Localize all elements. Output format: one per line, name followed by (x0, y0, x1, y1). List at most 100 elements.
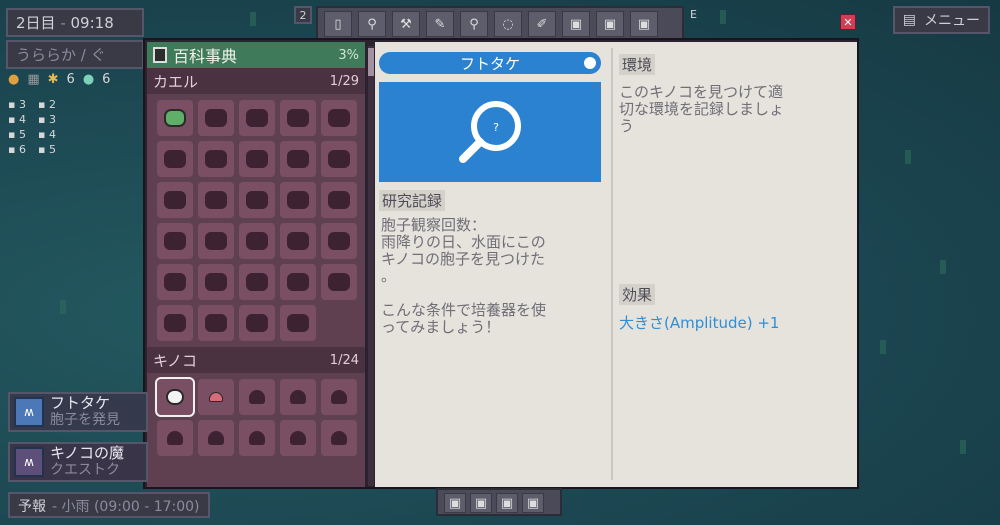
frog-entry-locked[interactable] (321, 100, 357, 136)
frog-entry-locked[interactable] (239, 264, 275, 300)
frog-entry-locked[interactable] (321, 182, 357, 218)
frog-entry-locked[interactable] (198, 100, 234, 136)
jar-slot-icon[interactable]: ▣ (522, 493, 544, 513)
frog-entry-locked[interactable] (280, 182, 316, 218)
menu-button[interactable]: ▤ メニュー (892, 6, 990, 34)
magnifier-tool-icon[interactable]: ⚲ (358, 11, 386, 37)
research-text: 胞子観察回数： 雨降りの日、水面にこの キノコの胞子を見つけた 。 こんな条件で… (381, 216, 547, 336)
frog-entry-locked[interactable] (239, 223, 275, 259)
jar-tool-icon-3[interactable]: ▣ (630, 11, 658, 37)
mushroom-entry-locked[interactable] (239, 379, 275, 415)
effect-label: 効果 (619, 284, 656, 305)
frog-silhouette-icon (328, 273, 350, 291)
grass-decoration (940, 260, 946, 274)
mushroom-entry-discovered[interactable] (155, 377, 195, 417)
stat-a-1: ▪ 3 (8, 98, 26, 111)
grass-decoration (880, 340, 886, 354)
mushroom-silhouette-icon (208, 431, 224, 445)
mushroom-entry-locked[interactable] (198, 420, 234, 456)
frog-entry-locked[interactable] (157, 264, 193, 300)
resource-bar: ● ▦ ✱ 6 ● 6 (8, 72, 110, 87)
mushroom-silhouette-icon (290, 390, 306, 404)
pen-tool-icon[interactable]: ✎ (426, 11, 454, 37)
frog-entry-locked[interactable] (198, 182, 234, 218)
mushroom-grid (147, 373, 365, 462)
toolbar-badge: 2 (294, 6, 312, 24)
frog-silhouette-icon (246, 232, 268, 250)
frog-entry-locked[interactable] (280, 264, 316, 300)
frog-silhouette-icon (287, 191, 309, 209)
frog-entry-locked[interactable] (280, 141, 316, 177)
frog-entry-locked[interactable] (198, 305, 234, 341)
unknown-mark: ? (493, 121, 499, 134)
frog-silhouette-icon (246, 314, 268, 332)
stat-grid: ▪ 3 ▪ 2 ▪ 4 ▪ 3 ▪ 5 ▪ 4 ▪ 6 ▪ 5 (8, 98, 68, 156)
frog-entry-locked[interactable] (157, 141, 193, 177)
frog-silhouette-icon (164, 191, 186, 209)
frog-entry-locked[interactable] (321, 141, 357, 177)
quest-subtitle: 胞子を発見 (50, 412, 120, 428)
category-frog[interactable]: カエル 1/29 (147, 68, 365, 94)
jar-slot-icon[interactable]: ▣ (444, 493, 466, 513)
list-scrollbar[interactable] (368, 46, 374, 486)
frog-entry-locked[interactable] (239, 182, 275, 218)
mushroom-entry-locked[interactable] (157, 420, 193, 456)
frog-silhouette-icon (246, 109, 268, 127)
net-tool-icon[interactable]: ⚲ (460, 11, 488, 37)
frog-silhouette-icon (246, 191, 268, 209)
frog-entry-discovered[interactable] (157, 100, 193, 136)
frog-silhouette-icon (328, 191, 350, 209)
frog-entry-locked[interactable] (321, 264, 357, 300)
frog-silhouette-icon (287, 314, 309, 332)
red-mushroom-icon (209, 392, 223, 402)
mushroom-entry-locked[interactable] (321, 420, 357, 456)
ring-tool-icon[interactable]: ◌ (494, 11, 522, 37)
list-scroll-thumb[interactable] (368, 48, 374, 76)
frog-entry-locked[interactable] (157, 305, 193, 341)
close-button[interactable]: ✕ (840, 14, 856, 30)
frog-entry-locked[interactable] (157, 182, 193, 218)
frog-entry-locked[interactable] (280, 305, 316, 341)
grass-decoration (960, 440, 966, 454)
frog-entry-locked[interactable] (157, 223, 193, 259)
jar-slot-icon[interactable]: ▣ (470, 493, 492, 513)
menu-label: メニュー (924, 13, 980, 29)
status-dot-icon (581, 54, 599, 72)
jar-tool-icon[interactable]: ▣ (562, 11, 590, 37)
frog-silhouette-icon (287, 273, 309, 291)
frog-silhouette-icon (164, 273, 186, 291)
frog-entry-locked[interactable] (198, 141, 234, 177)
frog-entry-locked[interactable] (321, 223, 357, 259)
mushroom-entry-locked[interactable] (239, 420, 275, 456)
mushroom-entry-locked[interactable] (280, 420, 316, 456)
frog-silhouette-icon (246, 273, 268, 291)
encyclopedia-list-panel: 百科事典 3% カエル 1/29 キノコ 1/24 (147, 42, 365, 487)
frog-entry-locked[interactable] (239, 141, 275, 177)
book-icon (153, 47, 167, 63)
tool-slot[interactable]: ▯ (324, 11, 352, 37)
mushroom-entry-locked[interactable] (280, 379, 316, 415)
grass-decoration (60, 300, 66, 314)
jar-tool-icon-2[interactable]: ▣ (596, 11, 624, 37)
frog-entry-locked[interactable] (280, 100, 316, 136)
frog-entry-locked[interactable] (198, 223, 234, 259)
stat-b-1: ▪ 2 (38, 98, 56, 111)
frog-silhouette-icon (205, 191, 227, 209)
shovel-tool-icon[interactable]: ⚒ (392, 11, 420, 37)
weather-label: うららか / ぐ (16, 46, 106, 64)
drop-icon: ● (82, 72, 95, 87)
jar-slot-icon[interactable]: ▣ (496, 493, 518, 513)
quest-card[interactable]: ʍ フトタケ 胞子を発見 (8, 392, 148, 432)
entry-detail-panel: フトタケ ? 研究記録 胞子観察回数： 雨降りの日、水面にこの キノコの胞子を見… (375, 42, 857, 487)
frog-entry-locked[interactable] (239, 305, 275, 341)
mushroom-silhouette-icon (249, 390, 265, 404)
mushroom-entry-discovered[interactable] (198, 379, 234, 415)
frog-entry-locked[interactable] (239, 100, 275, 136)
frog-entry-locked[interactable] (198, 264, 234, 300)
bottom-quickbar: ▣ ▣ ▣ ▣ (436, 488, 562, 516)
frog-entry-locked[interactable] (280, 223, 316, 259)
pencil-tool-icon[interactable]: ✐ (528, 11, 556, 37)
mushroom-entry-locked[interactable] (321, 379, 357, 415)
category-mushroom[interactable]: キノコ 1/24 (147, 347, 365, 373)
quest-card[interactable]: ʍ キノコの魔 クエストク (8, 442, 148, 482)
